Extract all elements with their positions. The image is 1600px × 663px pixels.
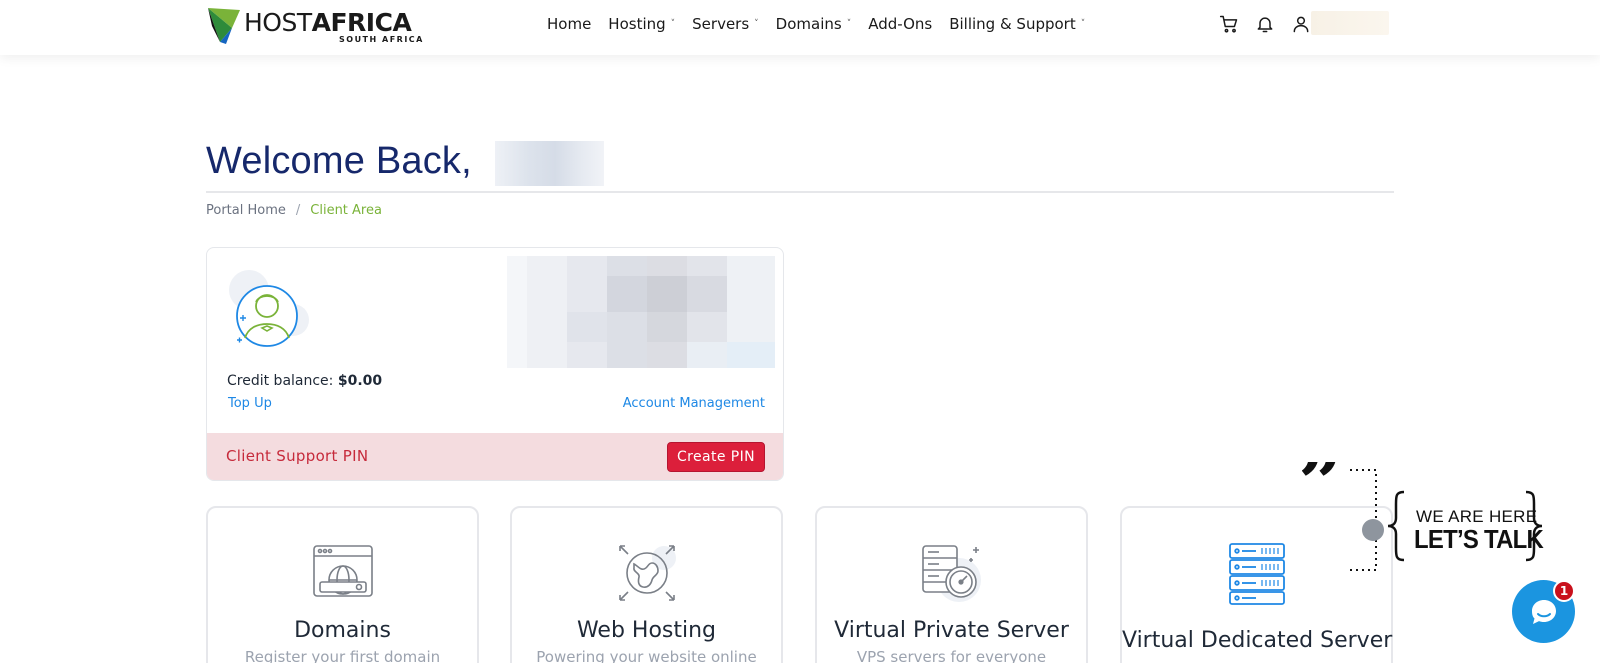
nav-billing-support[interactable]: Billing & Support ˅: [949, 13, 1085, 35]
top-up-link[interactable]: Top Up: [228, 396, 272, 411]
cart-icon[interactable]: [1218, 12, 1240, 36]
nav-servers-label: Servers: [692, 15, 750, 33]
tile-domains-subtitle: Register your first domain: [244, 648, 441, 663]
hostafrica-logo[interactable]: HOSTAFRICA SOUTH AFRICA: [206, 6, 426, 44]
account-management-link[interactable]: Account Management: [623, 396, 765, 411]
user-icon[interactable]: [1290, 12, 1312, 36]
nav-domains-label: Domains: [775, 15, 842, 33]
site-header: HOSTAFRICA SOUTH AFRICA Home Hosting ˅ Se…: [0, 0, 1600, 55]
nav-home-label: Home: [547, 15, 592, 33]
chevron-down-icon: ˅: [846, 19, 852, 29]
nav-servers[interactable]: Servers ˅: [692, 13, 759, 35]
user-name-redacted[interactable]: [1311, 11, 1389, 35]
redacted-pixelated-area: [507, 256, 775, 368]
tile-web-hosting-subtitle: Powering your website online: [536, 648, 757, 663]
chat-bubble-icon: [1531, 599, 1556, 624]
tile-web-hosting-title: Web Hosting: [576, 618, 717, 643]
credit-balance-label: Credit balance:: [227, 373, 334, 389]
account-card: Credit balance: $0.00 Top Up Account Man…: [206, 247, 784, 481]
logo-wordmark: HOSTAFRICA: [244, 8, 412, 37]
chevron-down-icon: ˅: [1080, 19, 1086, 29]
browser-globe-icon: [312, 545, 373, 597]
tile-domains[interactable]: Domains Register your first domain: [206, 506, 479, 663]
chat-notification-badge: 1: [1553, 580, 1575, 602]
nav-billing-label: Billing & Support: [949, 15, 1076, 33]
talk-line-2: LET’S TALK: [1414, 524, 1544, 554]
logo-word-host: HOST: [244, 8, 312, 37]
tile-web-hosting[interactable]: Web Hosting Powering your website online: [510, 506, 783, 663]
server-gauge-icon: [921, 545, 981, 602]
header-icons: [1218, 12, 1312, 36]
tile-domains-title: Domains: [294, 618, 391, 643]
breadcrumb-portal-home[interactable]: Portal Home: [206, 203, 286, 218]
nav-hosting[interactable]: Hosting ˅: [608, 13, 675, 35]
credit-balance-value: $0.00: [337, 373, 383, 389]
breadcrumb-client-area: Client Area: [310, 203, 382, 218]
chevron-down-icon: ˅: [670, 19, 676, 29]
logo-word-africa: AFRICA: [311, 8, 412, 37]
logo-subtitle: SOUTH AFRICA: [339, 35, 424, 44]
page-title: Welcome Back,: [206, 140, 472, 182]
tile-vps-title: Virtual Private Server: [834, 618, 1069, 643]
title-divider: [206, 191, 1394, 193]
logo-mark-icon: [208, 8, 240, 44]
nav-addons-label: Add-Ons: [868, 15, 933, 33]
nav-hosting-label: Hosting: [608, 15, 666, 33]
breadcrumb-separator: /: [295, 203, 301, 218]
globe-arrows-icon: [618, 545, 676, 601]
create-pin-button[interactable]: Create PIN: [667, 442, 765, 472]
client-support-pin-label: Client Support PIN: [226, 447, 369, 465]
server-rack-icon: [1228, 543, 1285, 605]
nav-home[interactable]: Home: [547, 13, 591, 35]
tile-vps[interactable]: Virtual Private Server VPS servers for e…: [815, 506, 1088, 663]
talk-widget[interactable]: ” WE ARE HERE LET’S TALK: [1302, 462, 1582, 582]
svg-text:”: ”: [1302, 462, 1343, 529]
avatar: [227, 268, 317, 350]
credit-balance: Credit balance: $0.00: [227, 373, 382, 389]
client-support-pin-bar: Client Support PIN Create PIN: [207, 433, 783, 480]
breadcrumb: Portal Home / Client Area: [206, 203, 382, 218]
tile-vps-subtitle: VPS servers for everyone: [856, 648, 1047, 663]
nav-addons[interactable]: Add-Ons: [868, 13, 932, 35]
chevron-down-icon: ˅: [754, 19, 759, 29]
nav-domains[interactable]: Domains ˅: [776, 13, 852, 35]
user-name-redacted-block: [495, 141, 604, 186]
bell-icon[interactable]: [1254, 12, 1276, 36]
main-nav: Home Hosting ˅ Servers ˅ Domains ˅ Add-Ons …: [547, 13, 1102, 35]
user-avatar-icon: [229, 270, 309, 347]
tile-vds-title: Virtual Dedicated Server: [1122, 628, 1393, 653]
